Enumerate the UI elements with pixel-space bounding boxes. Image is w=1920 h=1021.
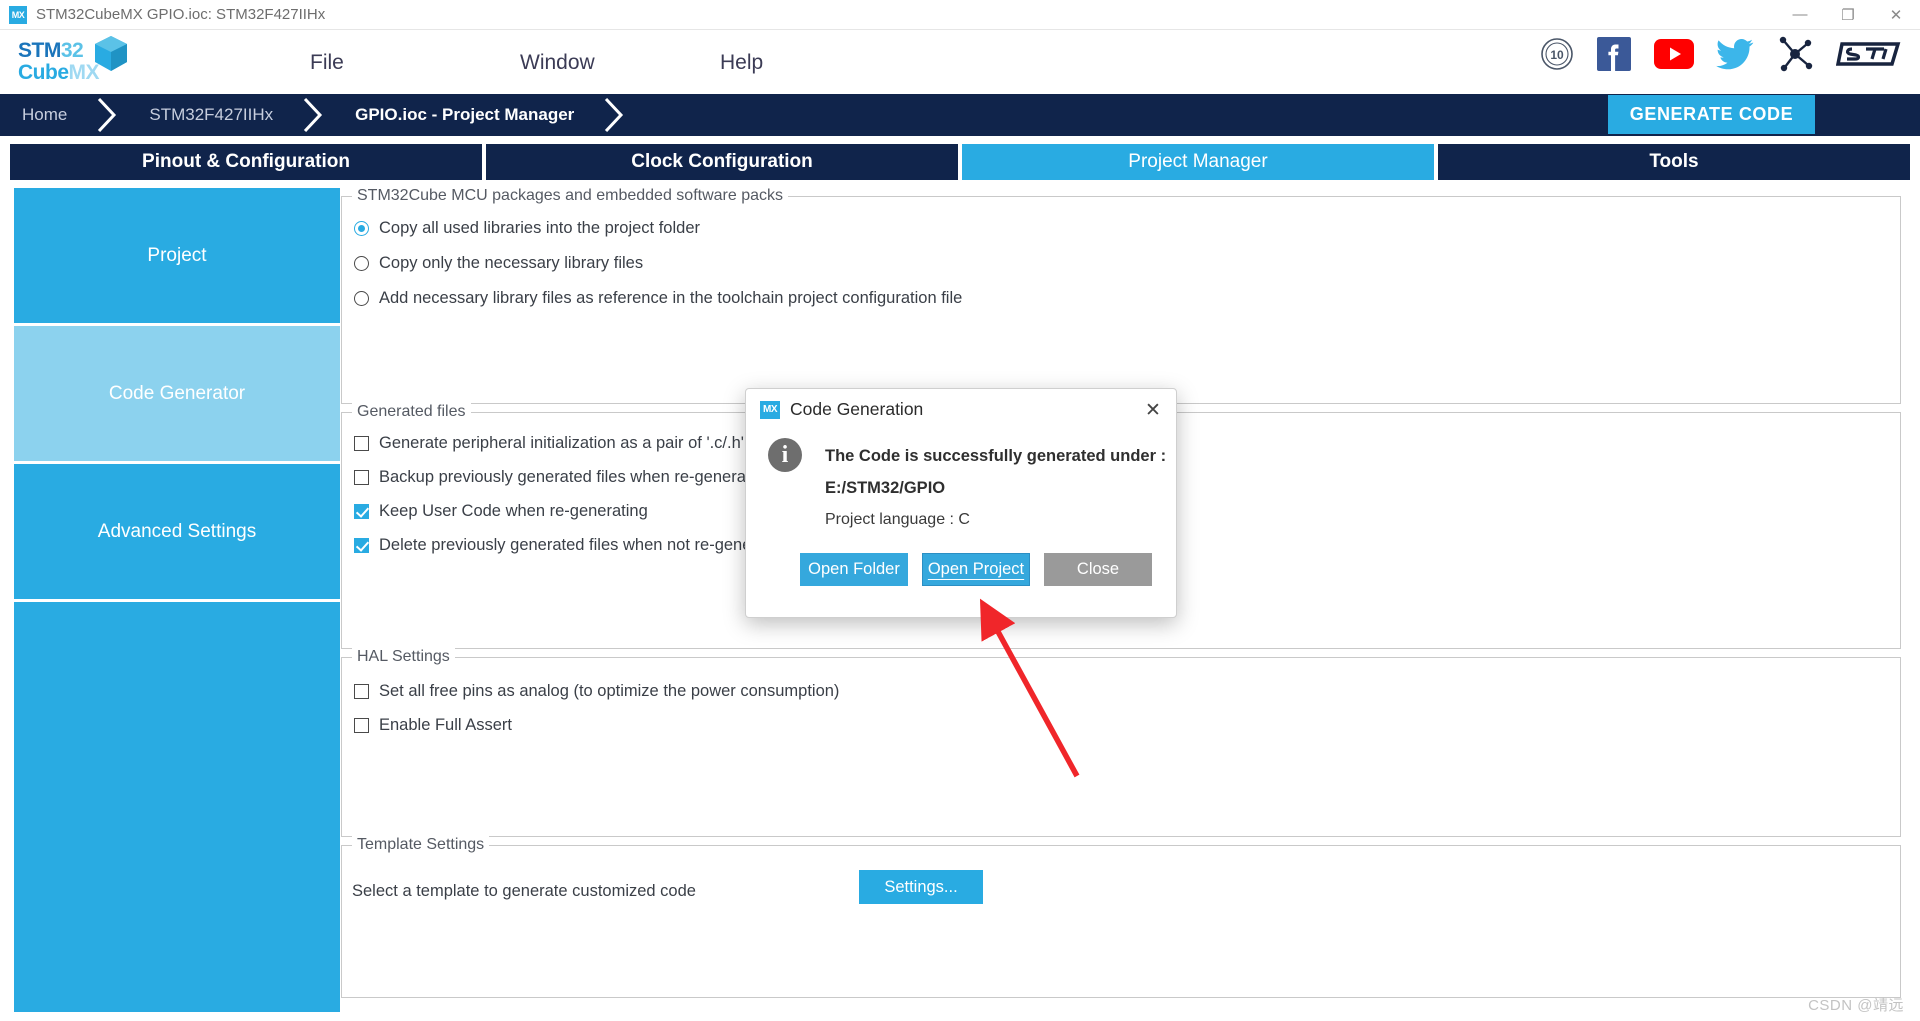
- tab-project-manager[interactable]: Project Manager: [962, 144, 1434, 180]
- maximize-icon[interactable]: ❐: [1824, 0, 1872, 30]
- menu-window[interactable]: Window: [510, 47, 605, 79]
- checkbox-label: Delete previously generated files when n…: [379, 536, 790, 554]
- minimize-icon[interactable]: —: [1776, 0, 1824, 30]
- logo-stm: STM: [18, 39, 61, 62]
- template-settings-button[interactable]: Settings...: [859, 870, 983, 904]
- logo-cube: Cube: [18, 61, 69, 84]
- chevron-right-icon: [605, 97, 624, 133]
- project-manager-sidebar: Project Code Generator Advanced Settings: [14, 188, 340, 1012]
- checkbox-indicator: [354, 436, 369, 451]
- tab-pinout-configuration[interactable]: Pinout & Configuration: [10, 144, 482, 180]
- group-template-settings: Template Settings Select a template to g…: [341, 836, 1901, 998]
- generate-code-button[interactable]: GENERATE CODE: [1608, 95, 1815, 134]
- breadcrumb: Home STM32F427IIHx GPIO.ioc - Project Ma…: [0, 94, 634, 136]
- dialog-message-language: Project language : C: [825, 511, 970, 528]
- logo-32: 32: [60, 39, 84, 62]
- breadcrumb-item-mcu[interactable]: STM32F427IIHx: [127, 94, 299, 136]
- close-dialog-button[interactable]: Close: [1044, 553, 1152, 586]
- group-generated-files-title: Generated files: [352, 403, 471, 421]
- anniversary-10-icon[interactable]: 10: [1540, 37, 1574, 71]
- group-hal-settings-title: HAL Settings: [352, 648, 455, 666]
- open-project-button[interactable]: Open Project: [922, 553, 1030, 586]
- close-icon[interactable]: ✕: [1872, 0, 1920, 30]
- sidebar-item-empty: [14, 602, 340, 1012]
- checkbox-label: Set all free pins as analog (to optimize…: [379, 682, 840, 700]
- facebook-icon[interactable]: [1596, 36, 1632, 72]
- dialog-title: Code Generation: [790, 399, 924, 419]
- tab-clock-configuration[interactable]: Clock Configuration: [486, 144, 958, 180]
- radio-label: Copy only the necessary library files: [379, 254, 644, 272]
- group-template-settings-title: Template Settings: [352, 836, 490, 854]
- checkbox-label: Backup previously generated files when r…: [379, 468, 773, 486]
- dialog-app-icon: MX: [760, 401, 780, 419]
- cube-icon: [95, 36, 127, 71]
- checkbox-enable-full-assert[interactable]: Enable Full Assert: [354, 716, 512, 735]
- checkbox-set-free-pins-analog[interactable]: Set all free pins as analog (to optimize…: [354, 682, 839, 701]
- dialog-close-icon[interactable]: ✕: [1140, 397, 1166, 423]
- dialog-message-line-1: The Code is successfully generated under…: [825, 447, 1167, 465]
- sidebar-item-advanced-settings[interactable]: Advanced Settings: [14, 464, 340, 599]
- watermark: CSDN @靖远: [1808, 997, 1904, 1014]
- checkbox-delete-previous-files[interactable]: Delete previously generated files when n…: [354, 536, 789, 555]
- community-icon[interactable]: [1776, 36, 1814, 72]
- social-links: 10: [1540, 36, 1902, 72]
- checkbox-label: Keep User Code when re-generating: [379, 502, 648, 520]
- checkbox-indicator: [354, 718, 369, 733]
- main-tab-bar: Pinout & Configuration Clock Configurati…: [10, 144, 1910, 180]
- group-mcu-packages-title: STM32Cube MCU packages and embedded soft…: [352, 187, 788, 205]
- menu-help[interactable]: Help: [710, 47, 773, 79]
- radio-indicator: [354, 256, 369, 271]
- cubemx-logo: STM32 CubeMX: [10, 32, 130, 92]
- checkbox-backup-previous-files[interactable]: Backup previously generated files when r…: [354, 468, 773, 487]
- radio-copy-necessary-libraries[interactable]: Copy only the necessary library files: [354, 254, 643, 273]
- open-folder-button[interactable]: Open Folder: [800, 553, 908, 586]
- app-icon: MX: [9, 5, 27, 24]
- checkbox-indicator: [354, 470, 369, 485]
- breadcrumb-item-home[interactable]: Home: [0, 94, 93, 136]
- st-logo-icon[interactable]: [1836, 38, 1902, 70]
- checkbox-indicator: [354, 684, 369, 699]
- tab-tools[interactable]: Tools: [1438, 144, 1910, 180]
- checkbox-indicator: [354, 504, 369, 519]
- code-generation-dialog: MX Code Generation ✕ i The Code is succe…: [745, 388, 1177, 618]
- chevron-right-icon: [304, 97, 323, 133]
- template-description: Select a template to generate customized…: [352, 882, 696, 900]
- checkbox-keep-user-code[interactable]: Keep User Code when re-generating: [354, 502, 648, 521]
- twitter-icon[interactable]: [1716, 38, 1754, 70]
- radio-add-library-reference[interactable]: Add necessary library files as reference…: [354, 289, 962, 308]
- checkbox-indicator: [354, 538, 369, 553]
- dialog-message-path: E:/STM32/GPIO: [825, 479, 946, 497]
- radio-indicator: [354, 221, 369, 236]
- chevron-right-icon: [98, 97, 117, 133]
- radio-label: Copy all used libraries into the project…: [379, 219, 701, 237]
- window-controls: — ❐ ✕: [1776, 0, 1920, 30]
- group-hal-settings: HAL Settings Set all free pins as analog…: [341, 648, 1901, 837]
- sidebar-item-project[interactable]: Project: [14, 188, 340, 323]
- sidebar-item-code-generator[interactable]: Code Generator: [14, 326, 340, 461]
- youtube-icon[interactable]: [1654, 39, 1694, 69]
- dialog-button-row: Open Folder Open Project Close: [800, 553, 1152, 586]
- checkbox-label: Enable Full Assert: [379, 716, 512, 734]
- menu-file[interactable]: File: [300, 47, 354, 79]
- svg-text:10: 10: [1550, 48, 1564, 62]
- radio-copy-all-libraries[interactable]: Copy all used libraries into the project…: [354, 219, 700, 238]
- radio-indicator: [354, 291, 369, 306]
- stm32cubemx-window: MX STM32CubeMX GPIO.ioc: STM32F427IIHx —…: [0, 0, 1920, 1021]
- window-title-bar: MX STM32CubeMX GPIO.ioc: STM32F427IIHx —…: [0, 0, 1920, 30]
- info-icon: i: [768, 438, 802, 472]
- breadcrumb-item-current[interactable]: GPIO.ioc - Project Manager: [333, 94, 600, 136]
- group-mcu-packages: STM32Cube MCU packages and embedded soft…: [341, 187, 1901, 404]
- dialog-title-bar: MX Code Generation ✕: [746, 389, 1176, 429]
- radio-label: Add necessary library files as reference…: [379, 289, 963, 307]
- window-title: STM32CubeMX GPIO.ioc: STM32F427IIHx: [36, 6, 326, 23]
